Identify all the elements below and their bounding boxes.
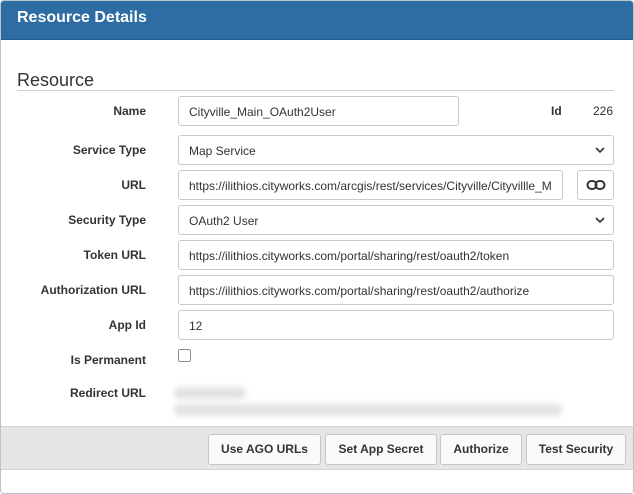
security-type-select[interactable]: OAuth2 User (178, 205, 614, 235)
test-security-button[interactable]: Test Security (526, 434, 626, 465)
app-id-label: App Id (108, 318, 146, 332)
section-title: Resource (17, 70, 95, 90)
open-url-button[interactable] (577, 170, 614, 200)
redirect-url-redacted-line (174, 404, 562, 416)
authorization-url-input[interactable]: https://ilithios.cityworks.com/portal/sh… (178, 275, 614, 305)
dialog-header: Resource Details (1, 1, 633, 40)
chevron-down-icon (595, 147, 605, 154)
resource-details-dialog: Resource Details Resource Name Cityville… (0, 0, 634, 494)
url-label: URL (121, 178, 146, 192)
url-input[interactable]: https://ilithios.cityworks.com/arcgis/re… (178, 170, 563, 200)
is-permanent-label: Is Permanent (70, 353, 146, 367)
set-app-secret-button[interactable]: Set App Secret (325, 434, 437, 465)
id-label: Id (551, 104, 562, 118)
service-type-value: Map Service (189, 144, 256, 158)
id-value: 226 (593, 104, 614, 118)
dialog-title: Resource Details (17, 9, 147, 26)
app-id-input[interactable]: 12 (178, 310, 614, 340)
authorization-url-label: Authorization URL (40, 283, 146, 297)
redirect-url-label: Redirect URL (69, 386, 146, 400)
service-type-select[interactable]: Map Service (178, 135, 614, 165)
token-url-label: Token URL (83, 248, 146, 262)
is-permanent-checkbox[interactable] (178, 349, 191, 362)
use-ago-urls-button[interactable]: Use AGO URLs (208, 434, 321, 465)
name-input[interactable]: Cityville_Main_OAuth2User (178, 96, 459, 126)
section-divider (17, 90, 614, 91)
security-type-value: OAuth2 User (189, 214, 259, 228)
authorize-button[interactable]: Authorize (440, 434, 522, 465)
service-type-label: Service Type (72, 143, 146, 157)
chevron-down-icon (595, 217, 605, 224)
security-type-label: Security Type (68, 213, 146, 227)
link-icon (586, 180, 606, 190)
redirect-url-redacted (174, 387, 246, 399)
name-label: Name (113, 104, 146, 118)
token-url-input[interactable]: https://ilithios.cityworks.com/portal/sh… (178, 240, 614, 270)
